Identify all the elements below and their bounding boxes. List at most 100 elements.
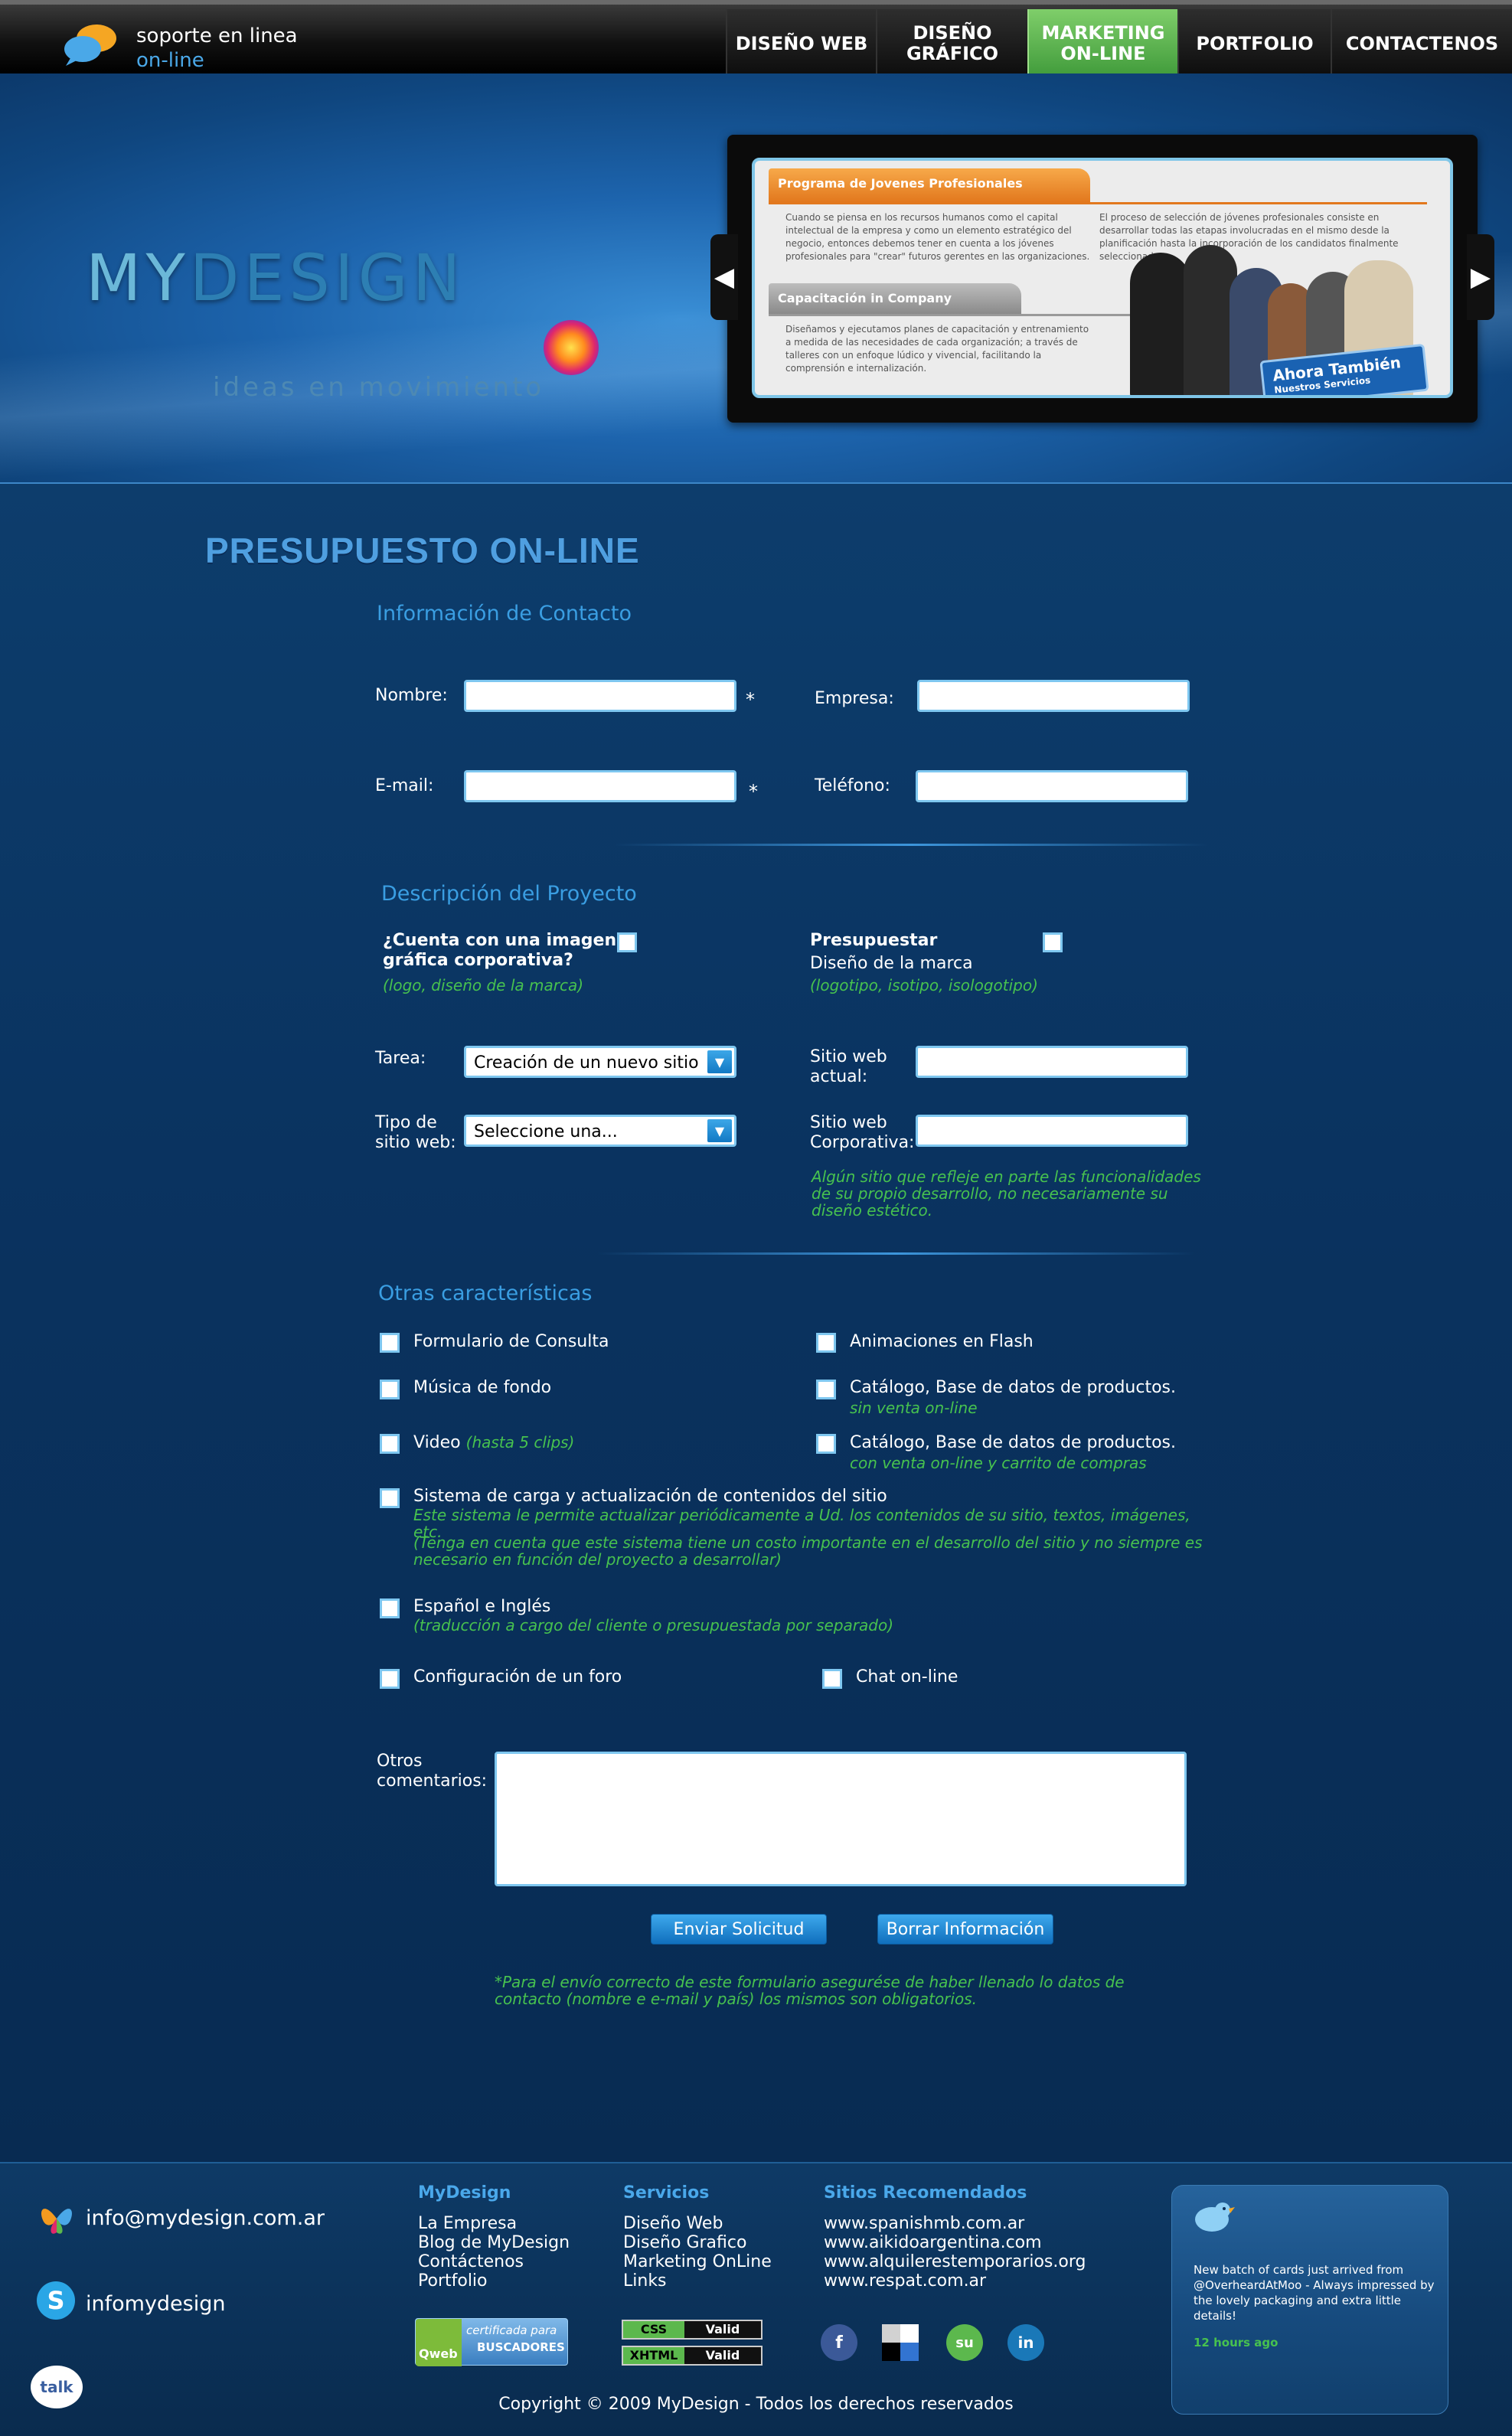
telefono-input[interactable] bbox=[916, 770, 1188, 802]
logo[interactable]: MYDESIGN ideas en movimiento bbox=[86, 240, 622, 409]
xhtml-valid-badge[interactable]: XHTML Valid bbox=[622, 2346, 763, 2366]
sitio-corp-input[interactable] bbox=[916, 1115, 1188, 1147]
submit-button[interactable]: Enviar Solicitud bbox=[651, 1914, 827, 1945]
idioma-note: (traducción a cargo del cliente o presup… bbox=[413, 1616, 894, 1634]
footer-col-mydesign-title: MyDesign bbox=[418, 2183, 511, 2203]
idioma-checkbox[interactable] bbox=[380, 1598, 400, 1618]
footer-link[interactable]: Blog de MyDesign bbox=[418, 2233, 570, 2252]
formulario-checkbox[interactable] bbox=[380, 1333, 400, 1353]
nav-portfolio[interactable]: PORTFOLIO bbox=[1177, 9, 1331, 78]
css-label: CSS bbox=[623, 2321, 684, 2338]
nombre-input[interactable] bbox=[464, 680, 736, 712]
idioma-label: Español e Inglés bbox=[413, 1597, 551, 1616]
footer-link[interactable]: www.alquilerestemporarios.org bbox=[824, 2252, 1086, 2271]
sistema-note-2: (Tenga en cuenta que este sistema tiene … bbox=[413, 1533, 1203, 1569]
qweb-sub: BUSCADORES bbox=[477, 2340, 565, 2354]
chat-checkbox[interactable] bbox=[822, 1669, 842, 1689]
sistema-checkbox[interactable] bbox=[380, 1488, 400, 1508]
facebook-icon[interactable]: f bbox=[821, 2324, 857, 2361]
stumbleupon-icon[interactable]: su bbox=[946, 2324, 983, 2361]
butterfly-icon bbox=[41, 2209, 72, 2234]
sitio-note: Algún sitio que refleje en parte las fun… bbox=[812, 1167, 1201, 1220]
tipo-select[interactable]: Seleccione una... ▼ bbox=[464, 1115, 736, 1147]
nav-diseno-grafico[interactable]: DISEÑO GRÁFICO bbox=[876, 9, 1027, 78]
catalogo1-checkbox[interactable] bbox=[816, 1380, 836, 1399]
qweb-brand: Qweb bbox=[416, 2319, 462, 2366]
comentarios-textarea[interactable] bbox=[495, 1752, 1187, 1886]
video-checkbox[interactable] bbox=[380, 1434, 400, 1454]
delicious-icon[interactable] bbox=[882, 2324, 919, 2361]
footer-link[interactable]: Links bbox=[623, 2271, 772, 2291]
nav-diseno-web[interactable]: DISEÑO WEB bbox=[726, 9, 876, 78]
chat-bubbles-icon bbox=[64, 24, 116, 66]
sitio-actual-input[interactable] bbox=[916, 1046, 1188, 1078]
footer-email[interactable]: info@mydesign.com.ar bbox=[86, 2206, 325, 2230]
slide-content[interactable]: Programa de Jovenes Profesionales Cuando… bbox=[752, 158, 1453, 398]
footer-link[interactable]: Portfolio bbox=[418, 2271, 570, 2291]
footer-link[interactable]: Marketing OnLine bbox=[623, 2252, 772, 2271]
slider-prev-arrow-icon[interactable]: ◀ bbox=[710, 234, 738, 320]
footer-link[interactable]: www.respat.com.ar bbox=[824, 2271, 1086, 2291]
tipo-label: Tipo de sitio web: bbox=[375, 1113, 456, 1152]
footer-link[interactable]: Contáctenos bbox=[418, 2252, 570, 2271]
qweb-badge[interactable]: Qweb certificada para BUSCADORES bbox=[415, 2318, 568, 2366]
telefono-label: Teléfono: bbox=[815, 776, 890, 795]
support-status: on-line bbox=[136, 49, 204, 72]
foro-label: Configuración de un foro bbox=[413, 1667, 622, 1687]
empresa-input[interactable] bbox=[917, 680, 1190, 712]
twitter-widget[interactable]: New batch of cards just arrived from @Ov… bbox=[1171, 2185, 1448, 2415]
sistema-label: Sistema de carga y actualización de cont… bbox=[413, 1487, 887, 1506]
foro-checkbox[interactable] bbox=[380, 1669, 400, 1689]
slide-tab-capacitacion: Capacitación in Company bbox=[769, 283, 1021, 314]
footer-col-servicios-title: Servicios bbox=[623, 2183, 710, 2203]
email-input[interactable] bbox=[464, 770, 736, 802]
email-label: E-mail: bbox=[375, 776, 434, 795]
valid-label: Valid bbox=[705, 2348, 740, 2363]
presupuestar-checkbox[interactable] bbox=[1043, 932, 1063, 952]
comentarios-label: Otros comentarios: bbox=[377, 1752, 488, 1791]
slide-text-1: Cuando se piensa en los recursos humanos… bbox=[785, 212, 1090, 262]
footer-link[interactable]: Diseño Grafico bbox=[623, 2233, 772, 2252]
chat-label: Chat on-line bbox=[856, 1667, 958, 1687]
contact-section-title: Información de Contacto bbox=[377, 602, 632, 625]
sitio-actual-label: Sitio web actual: bbox=[810, 1047, 887, 1086]
chevron-down-icon: ▼ bbox=[707, 1050, 732, 1073]
logo-word-my: MY bbox=[86, 240, 190, 315]
tarea-select[interactable]: Creación de un nuevo sitio ▼ bbox=[464, 1046, 736, 1078]
twitter-bird-icon bbox=[1195, 2203, 1235, 2232]
css-valid-badge[interactable]: CSS Valid bbox=[622, 2320, 763, 2340]
footer-link[interactable]: La Empresa bbox=[418, 2214, 570, 2233]
footer-link[interactable]: Diseño Web bbox=[623, 2214, 772, 2233]
nav-marketing-online[interactable]: MARKETING ON-LINE bbox=[1027, 9, 1177, 78]
flash-checkbox[interactable] bbox=[816, 1333, 836, 1353]
footer-col-servicios: Diseño Web Diseño Grafico Marketing OnLi… bbox=[623, 2214, 772, 2291]
musica-checkbox[interactable] bbox=[380, 1380, 400, 1399]
footer-link[interactable]: www.aikidoargentina.com bbox=[824, 2233, 1086, 2252]
other-section-title: Otras características bbox=[378, 1282, 593, 1305]
catalogo2-checkbox[interactable] bbox=[816, 1434, 836, 1454]
required-mark: * bbox=[749, 781, 758, 802]
slide-text-3: Diseñamos y ejecutamos planes de capacit… bbox=[785, 324, 1089, 374]
footer-col-sitios-title: Sitios Recomendados bbox=[824, 2183, 1027, 2203]
footer-skype[interactable]: infomydesign bbox=[86, 2292, 226, 2316]
imagen-note: (logo, diseño de la marca) bbox=[383, 976, 584, 994]
nombre-label: Nombre: bbox=[375, 686, 448, 705]
imagen-checkbox[interactable] bbox=[617, 932, 637, 952]
linkedin-icon[interactable]: in bbox=[1007, 2324, 1044, 2361]
footer-link[interactable]: www.spanishmb.com.ar bbox=[824, 2214, 1086, 2233]
online-support[interactable]: soporte en linea on-line bbox=[60, 18, 305, 72]
tweet-time: 12 hours ago bbox=[1194, 2336, 1279, 2349]
tipo-selected-value: Seleccione una... bbox=[474, 1122, 618, 1141]
imagen-question: ¿Cuenta con una imagen gráfica corporati… bbox=[383, 931, 617, 970]
catalogo1-label: Catálogo, Base de datos de productos. bbox=[850, 1378, 1177, 1397]
main-nav: DISEÑO WEB DISEÑO GRÁFICO MARKETING ON-L… bbox=[726, 9, 1512, 78]
reset-button[interactable]: Borrar Información bbox=[877, 1914, 1053, 1945]
required-mark: * bbox=[746, 689, 755, 710]
form-footnote: *Para el envío correcto de este formular… bbox=[495, 1973, 1125, 2008]
slider-next-arrow-icon[interactable]: ▶ bbox=[1467, 234, 1494, 320]
copyright: Copyright © 2009 MyDesign - Todos los de… bbox=[498, 2395, 1014, 2414]
nav-contactenos[interactable]: CONTACTENOS bbox=[1331, 9, 1512, 78]
presupuestar-note: (logotipo, isotipo, isologotipo) bbox=[810, 976, 1038, 994]
slide-tab-programa: Programa de Jovenes Profesionales bbox=[769, 168, 1090, 202]
video-label: Video bbox=[413, 1433, 461, 1452]
